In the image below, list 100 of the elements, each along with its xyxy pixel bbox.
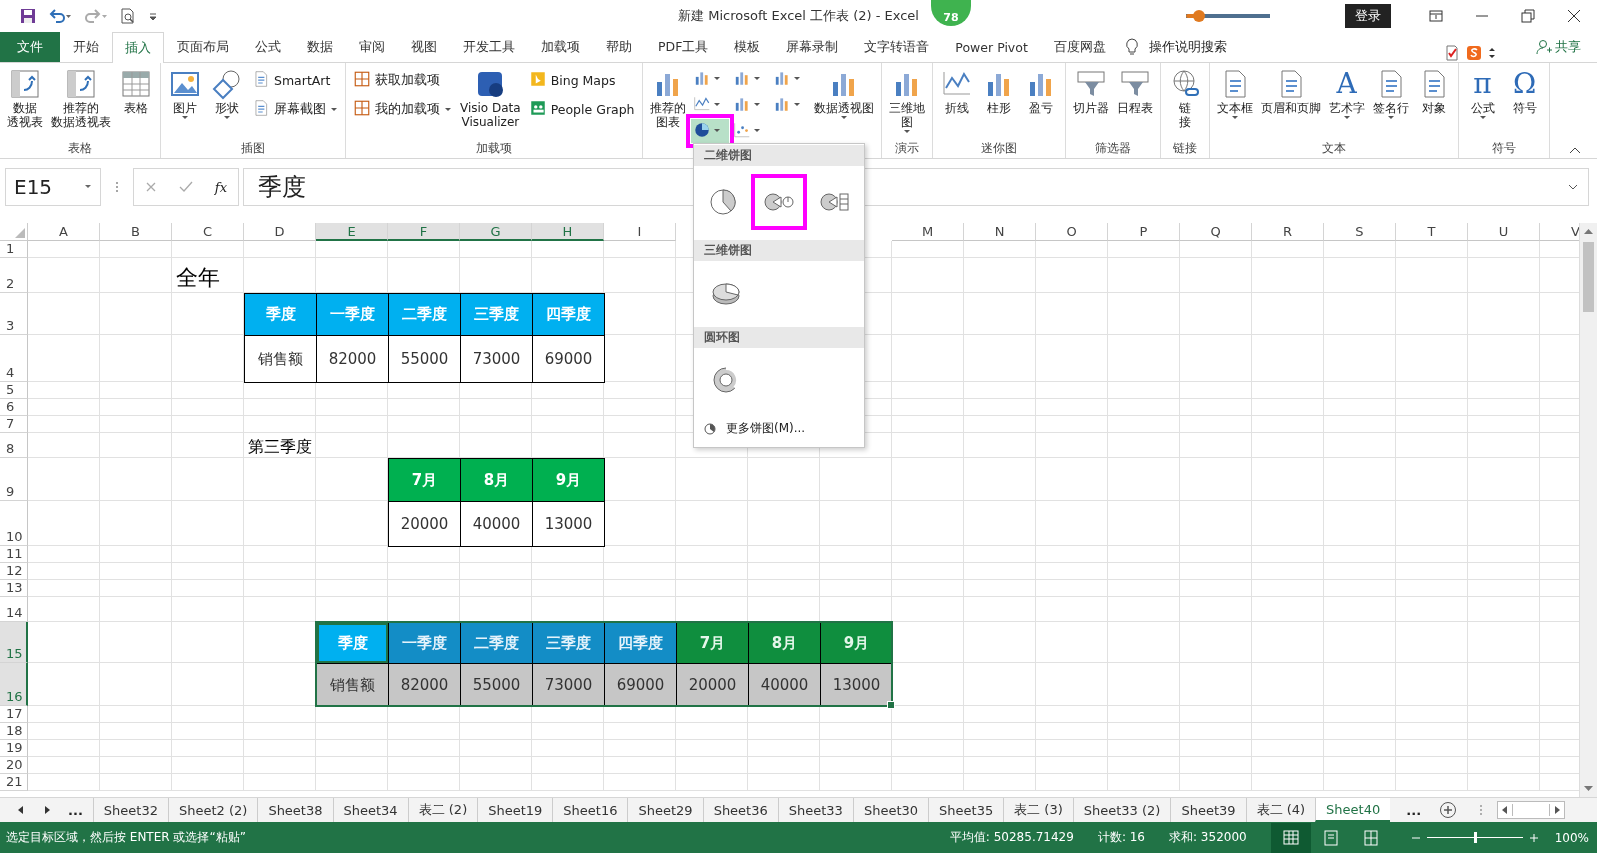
row-header[interactable]: 18: [0, 723, 28, 740]
column-header[interactable]: A: [28, 223, 100, 241]
column-header[interactable]: N: [964, 223, 1036, 241]
more-sheets-button[interactable]: ...: [1390, 798, 1432, 822]
ribbon-tab[interactable]: Power Pivot: [942, 32, 1041, 62]
row-header[interactable]: 4: [0, 335, 28, 382]
ribbon-button[interactable]: 签名行: [1369, 65, 1412, 123]
ribbon-tab[interactable]: 插入: [112, 32, 164, 63]
tell-me-search[interactable]: 操作说明搜索: [1148, 38, 1227, 56]
column-header[interactable]: E: [316, 223, 388, 241]
row-header[interactable]: 14: [0, 597, 28, 622]
more-sheets-button[interactable]: ...: [52, 798, 93, 822]
column-header[interactable]: U: [1468, 223, 1540, 241]
column-header[interactable]: T: [1396, 223, 1468, 241]
ribbon-button[interactable]: Bing Maps: [525, 69, 638, 92]
ribbon-tab[interactable]: 公式: [242, 32, 294, 62]
ribbon-tab[interactable]: PDF工具: [645, 32, 722, 62]
sheet-tab[interactable]: Sheet40: [1315, 798, 1391, 822]
insert-function-button[interactable]: fx: [214, 179, 227, 195]
table-cell: 82000: [316, 335, 389, 383]
ribbon-button[interactable]: 切片器: [1069, 65, 1112, 117]
ribbon-tab[interactable]: 数据: [294, 32, 346, 62]
menu-section-header: 三维饼图: [694, 240, 864, 261]
column-header[interactable]: H: [532, 223, 604, 241]
ribbon-button[interactable]: 推荐的 图表: [646, 65, 689, 131]
ribbon-button[interactable]: π 公式: [1462, 65, 1503, 123]
ribbon-button[interactable]: 表格: [116, 65, 156, 117]
column-header[interactable]: M: [892, 223, 964, 241]
row-header[interactable]: 9: [0, 458, 28, 501]
ribbon-tab[interactable]: 屏幕录制: [773, 32, 852, 62]
ribbon-button[interactable]: People Graph: [525, 98, 638, 121]
ribbon-tab[interactable]: 帮助: [593, 32, 645, 62]
ribbon-button[interactable]: 对象: [1413, 65, 1454, 117]
more-pie-charts-item[interactable]: 更多饼图(M)...: [694, 416, 816, 441]
ribbon-button[interactable]: 日程表: [1113, 65, 1156, 117]
ribbon-button[interactable]: 页眉和页脚: [1257, 65, 1324, 117]
ribbon-button[interactable]: 盈亏: [1020, 65, 1061, 117]
row-header[interactable]: 12: [0, 563, 28, 580]
column-header[interactable]: G: [460, 223, 532, 241]
column-header[interactable]: S: [1324, 223, 1396, 241]
row-header[interactable]: 1: [0, 241, 28, 258]
ribbon-tab[interactable]: 加载项: [528, 32, 593, 62]
row-header[interactable]: 19: [0, 740, 28, 757]
row-header[interactable]: 11: [0, 546, 28, 563]
ribbon-button[interactable]: 图片: [165, 65, 205, 123]
ribbon-button[interactable]: 折线: [936, 65, 977, 117]
row-header[interactable]: 20: [0, 757, 28, 774]
row-header[interactable]: 15: [0, 622, 28, 663]
group-label: 符号: [1490, 140, 1517, 157]
ribbon-tab[interactable]: 模板: [721, 32, 774, 62]
ribbon-tab[interactable]: 审阅: [346, 32, 398, 62]
ribbon-button[interactable]: 我的加载项: [350, 98, 455, 121]
row-header[interactable]: 6: [0, 399, 28, 416]
ribbon-button[interactable]: 推荐的 数据透视表: [48, 65, 114, 131]
row-header[interactable]: 10: [0, 501, 28, 546]
row-header[interactable]: 8: [0, 433, 28, 458]
row-header[interactable]: 5: [0, 382, 28, 399]
ribbon-button[interactable]: Visio Data Visualizer: [457, 65, 524, 131]
group-label: 迷你图: [979, 140, 1018, 157]
ribbon-button[interactable]: 数据透视图: [810, 65, 877, 123]
row-header[interactable]: 17: [0, 706, 28, 723]
column-header[interactable]: R: [1252, 223, 1324, 241]
ribbon-tab[interactable]: 百度网盘: [1040, 32, 1119, 62]
ribbon-button[interactable]: 柱形: [978, 65, 1019, 117]
column-header[interactable]: Q: [1180, 223, 1252, 241]
login-button[interactable]: 登录: [1345, 4, 1391, 28]
column-header[interactable]: I: [604, 223, 676, 241]
row-header[interactable]: 7: [0, 416, 28, 433]
ribbon-tab[interactable]: 文字转语音: [851, 32, 943, 62]
row-header[interactable]: 16: [0, 663, 28, 706]
share-button[interactable]: 共享: [1536, 32, 1581, 62]
column-header[interactable]: B: [100, 223, 172, 241]
column-header[interactable]: C: [172, 223, 244, 241]
table-cell: 20000: [388, 501, 461, 547]
column-header[interactable]: D: [244, 223, 316, 241]
ribbon-button[interactable]: 形状: [207, 65, 247, 123]
name-box[interactable]: E15: [5, 168, 101, 206]
ribbon-button[interactable]: A 艺术字: [1325, 65, 1368, 123]
ribbon-tab[interactable]: 开发工具: [450, 32, 528, 62]
column-header[interactable]: F: [388, 223, 460, 241]
ribbon-button[interactable]: 三维地 图: [885, 65, 928, 137]
ribbon-tab[interactable]: 开始: [60, 32, 112, 62]
column-header[interactable]: O: [1036, 223, 1108, 241]
column-header[interactable]: P: [1108, 223, 1180, 241]
ribbon-tab[interactable]: 视图: [398, 32, 450, 62]
ribbon-button[interactable]: 获取加载项: [350, 69, 455, 92]
row-header[interactable]: 21: [0, 774, 28, 791]
ribbon-tab[interactable]: 文件: [0, 32, 60, 62]
row-header[interactable]: 3: [0, 293, 28, 335]
zoom-level[interactable]: 100%: [1554, 830, 1589, 845]
ribbon-button[interactable]: 数据 透视表: [4, 65, 46, 131]
ribbon-button[interactable]: 屏幕截图: [249, 98, 341, 121]
ribbon-button[interactable]: 文本框: [1213, 65, 1256, 123]
ribbon-button[interactable]: Ω 符号: [1504, 65, 1545, 117]
ribbon-button[interactable]: SmartArt: [249, 69, 341, 92]
window-title: 新建 Microsoft Excel 工作表 (2) - Excel: [678, 7, 919, 25]
ribbon-tab[interactable]: 页面布局: [164, 32, 242, 62]
row-header[interactable]: 13: [0, 580, 28, 597]
ribbon-button[interactable]: 链 接: [1164, 65, 1205, 131]
row-header[interactable]: 2: [0, 258, 28, 293]
